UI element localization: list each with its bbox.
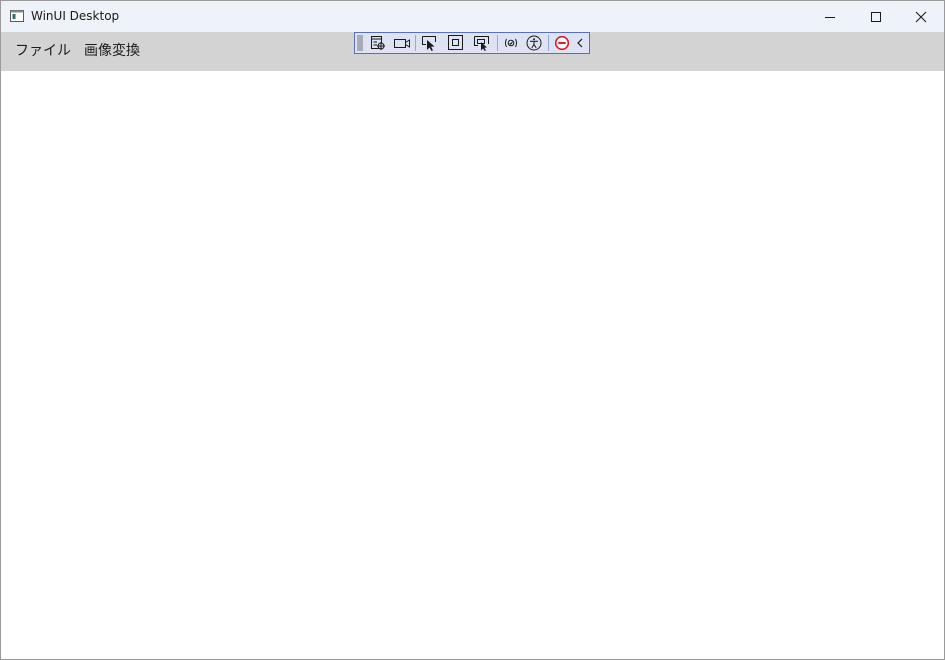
window-title: WinUI Desktop: [31, 9, 120, 23]
accessibility-icon: [526, 35, 542, 51]
binding-failures-button[interactable]: [551, 34, 573, 52]
xaml-debug-toolbar: [354, 32, 590, 54]
select-element-icon: [422, 36, 436, 51]
collapse-chevron-icon: [577, 38, 583, 48]
track-focus-button[interactable]: [471, 34, 493, 52]
maximize-button[interactable]: [853, 1, 899, 32]
track-focus-icon: [474, 36, 489, 51]
display-layout-adorners-icon: [448, 35, 463, 50]
toolbar-separator: [415, 35, 416, 51]
minimize-button[interactable]: [807, 1, 853, 32]
menu-file[interactable]: ファイル: [15, 32, 71, 71]
collapse-toolbar-button[interactable]: [573, 34, 587, 52]
toolbar-separator: [497, 35, 498, 51]
maximize-icon: [871, 11, 881, 22]
display-layout-adorners-button[interactable]: [445, 34, 467, 52]
title-bar[interactable]: WinUI Desktop: [1, 1, 944, 32]
video-camera-icon: [394, 39, 410, 48]
close-button[interactable]: [898, 1, 944, 32]
select-element-button[interactable]: [419, 34, 441, 52]
main-content-area: [1, 71, 944, 659]
menu-image-convert[interactable]: 画像変換: [84, 32, 140, 71]
video-capture-button[interactable]: [391, 34, 413, 52]
accessibility-button[interactable]: [523, 34, 545, 52]
close-icon: [915, 11, 927, 22]
app-window-icon: [10, 10, 24, 22]
hot-reload-button[interactable]: [500, 34, 522, 52]
toolbar-separator: [548, 35, 549, 51]
toolbar-grip[interactable]: [357, 35, 363, 51]
binding-failures-icon: [554, 35, 570, 51]
hot-reload-icon: [505, 38, 517, 48]
live-visual-tree-icon: [371, 36, 385, 50]
live-visual-tree-button[interactable]: [367, 34, 389, 52]
app-window: WinUI Desktop ファイル 画像変換: [0, 0, 945, 660]
minimize-icon: [825, 16, 835, 18]
